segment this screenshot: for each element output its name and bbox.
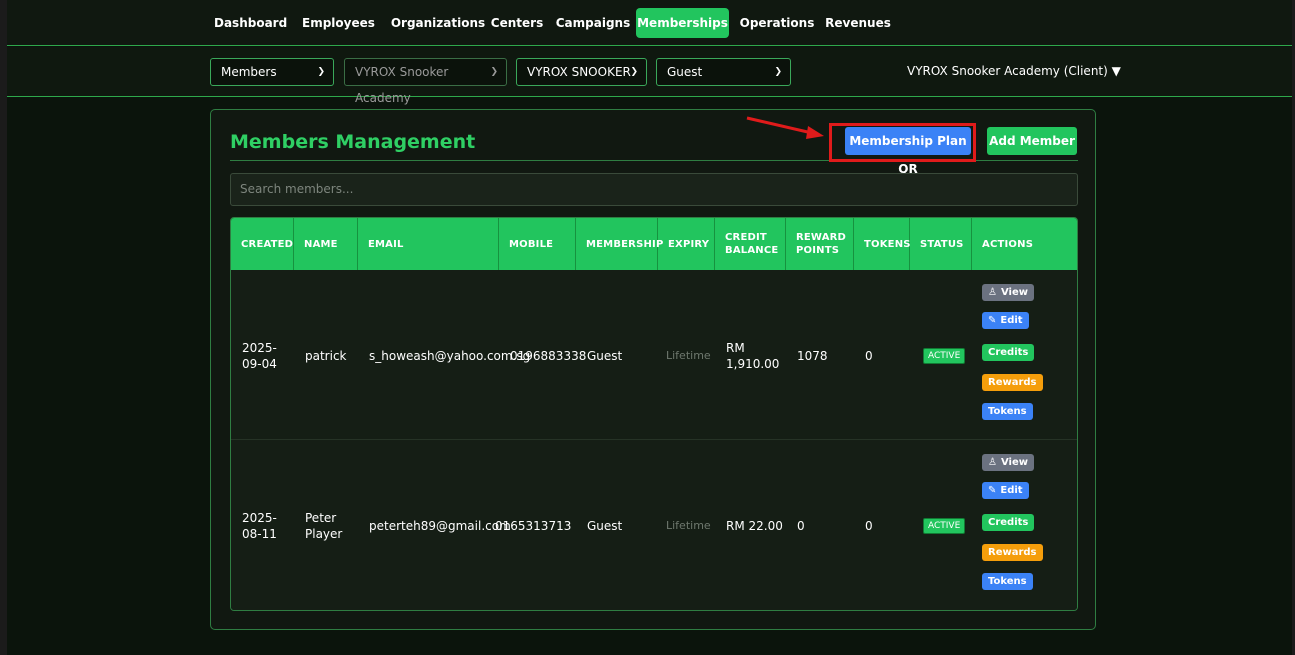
center-select[interactable]: VYROX SNOOKER ❯ [516, 58, 647, 86]
cell-mobile: 0196883338 [510, 349, 587, 363]
column-header: NAME [294, 218, 358, 270]
view-button[interactable]: ♙ View [982, 454, 1034, 471]
tab-revenues[interactable]: Revenues [823, 8, 893, 38]
column-header: CREATED [231, 218, 294, 270]
top-navigation: Dashboard Employees Organizations Center… [7, 0, 1292, 46]
status-badge: ACTIVE [923, 348, 966, 364]
search-input[interactable]: Search members... [230, 173, 1078, 206]
cell-email: peterteh89@gmail.com [369, 519, 511, 533]
view-label: View [1000, 457, 1028, 468]
column-header: STATUS [910, 218, 972, 270]
view-label: View [1000, 287, 1028, 298]
tokens-button[interactable]: Tokens [982, 403, 1033, 420]
user-icon: ♙ [988, 287, 997, 298]
chevron-down-icon: ❯ [317, 67, 325, 77]
cell-expiry: Lifetime [666, 519, 711, 532]
column-header: MEMBERSHIP [576, 218, 663, 270]
section-select-value: Members [221, 65, 277, 79]
add-member-button[interactable]: Add Member [987, 127, 1077, 155]
window-frame-left [0, 0, 7, 655]
cell-reward-points: 1078 [797, 349, 828, 363]
cell-credit-balance: RM 1,910.00 [726, 341, 780, 371]
members-panel: Members Management Membership Plan QR Ad… [210, 109, 1096, 630]
chevron-down-icon: ❯ [490, 67, 498, 77]
cell-reward-points: 0 [797, 519, 805, 533]
rewards-button[interactable]: Rewards [982, 374, 1043, 391]
tokens-button[interactable]: Tokens [982, 573, 1033, 590]
cell-tokens: 0 [865, 519, 873, 533]
column-header: ACTIONS [982, 238, 1034, 250]
cell-created: 2025-08-11 [242, 511, 277, 541]
column-header: EXPIRY [658, 218, 715, 270]
organization-select[interactable]: VYROX Snooker Academy ❯ [344, 58, 507, 105]
chevron-down-icon: ❯ [630, 67, 638, 77]
cell-mobile: 0165313713 [495, 519, 572, 533]
column-header: CREDIT BALANCE [715, 218, 786, 270]
status-badge: ACTIVE [923, 518, 966, 534]
center-select-value: VYROX SNOOKER [527, 65, 631, 79]
table-row: 2025-09-04 patrick s_howeash@yahoo.com.s… [231, 270, 1077, 439]
edit-label: Edit [1000, 485, 1023, 496]
membership-plan-qr-button[interactable]: Membership Plan QR [845, 127, 971, 176]
tab-organizations[interactable]: Organizations [388, 8, 488, 38]
pencil-icon: ✎ [988, 485, 997, 496]
column-header: REWARD POINTS [786, 218, 854, 270]
table-header: CREATED NAME EMAIL MOBILE MEMBERSHIP EXP… [231, 218, 1077, 270]
column-header: TOKENS [854, 218, 910, 270]
cell-membership: Guest [587, 349, 623, 363]
credits-button[interactable]: Credits [982, 514, 1035, 531]
page-title: Members Management [230, 131, 476, 153]
filter-bar: Members ❯ VYROX Snooker Academy ❯ VYROX … [7, 47, 1292, 105]
cell-name: Peter Player [305, 511, 343, 541]
section-select[interactable]: Members ❯ [210, 58, 334, 86]
column-header: MOBILE [499, 218, 576, 270]
tab-memberships[interactable]: Memberships [636, 8, 729, 38]
members-table: CREATED NAME EMAIL MOBILE MEMBERSHIP EXP… [230, 217, 1078, 611]
client-dropdown[interactable]: VYROX Snooker Academy (Client) ▼ [907, 64, 1121, 78]
membership-select[interactable]: Guest ❯ [656, 58, 791, 86]
user-icon: ♙ [988, 457, 997, 468]
column-header: EMAIL [358, 218, 499, 270]
tab-dashboard[interactable]: Dashboard [214, 8, 287, 38]
chevron-down-icon: ❯ [774, 67, 782, 77]
table-row: 2025-08-11 Peter Player peterteh89@gmail… [231, 439, 1077, 610]
tab-centers[interactable]: Centers [487, 8, 547, 38]
membership-select-value: Guest [667, 65, 703, 79]
cell-name: patrick [305, 349, 347, 363]
cell-created: 2025-09-04 [242, 341, 277, 371]
view-button[interactable]: ♙ View [982, 284, 1034, 301]
credits-button[interactable]: Credits [982, 344, 1035, 361]
edit-label: Edit [1000, 315, 1023, 326]
tab-employees[interactable]: Employees [302, 8, 375, 38]
tab-operations[interactable]: Operations [737, 8, 817, 38]
organization-select-value: VYROX Snooker Academy [355, 65, 449, 105]
cell-membership: Guest [587, 519, 623, 533]
cell-email: s_howeash@yahoo.com.sg [369, 349, 531, 363]
annotation-arrow-icon [746, 116, 824, 139]
edit-button[interactable]: ✎ Edit [982, 482, 1029, 499]
cell-tokens: 0 [865, 349, 873, 363]
cell-credit-balance: RM 22.00 [726, 519, 783, 533]
pencil-icon: ✎ [988, 315, 997, 326]
edit-button[interactable]: ✎ Edit [982, 312, 1029, 329]
cell-expiry: Lifetime [666, 349, 711, 362]
rewards-button[interactable]: Rewards [982, 544, 1043, 561]
tab-campaigns[interactable]: Campaigns [554, 8, 632, 38]
